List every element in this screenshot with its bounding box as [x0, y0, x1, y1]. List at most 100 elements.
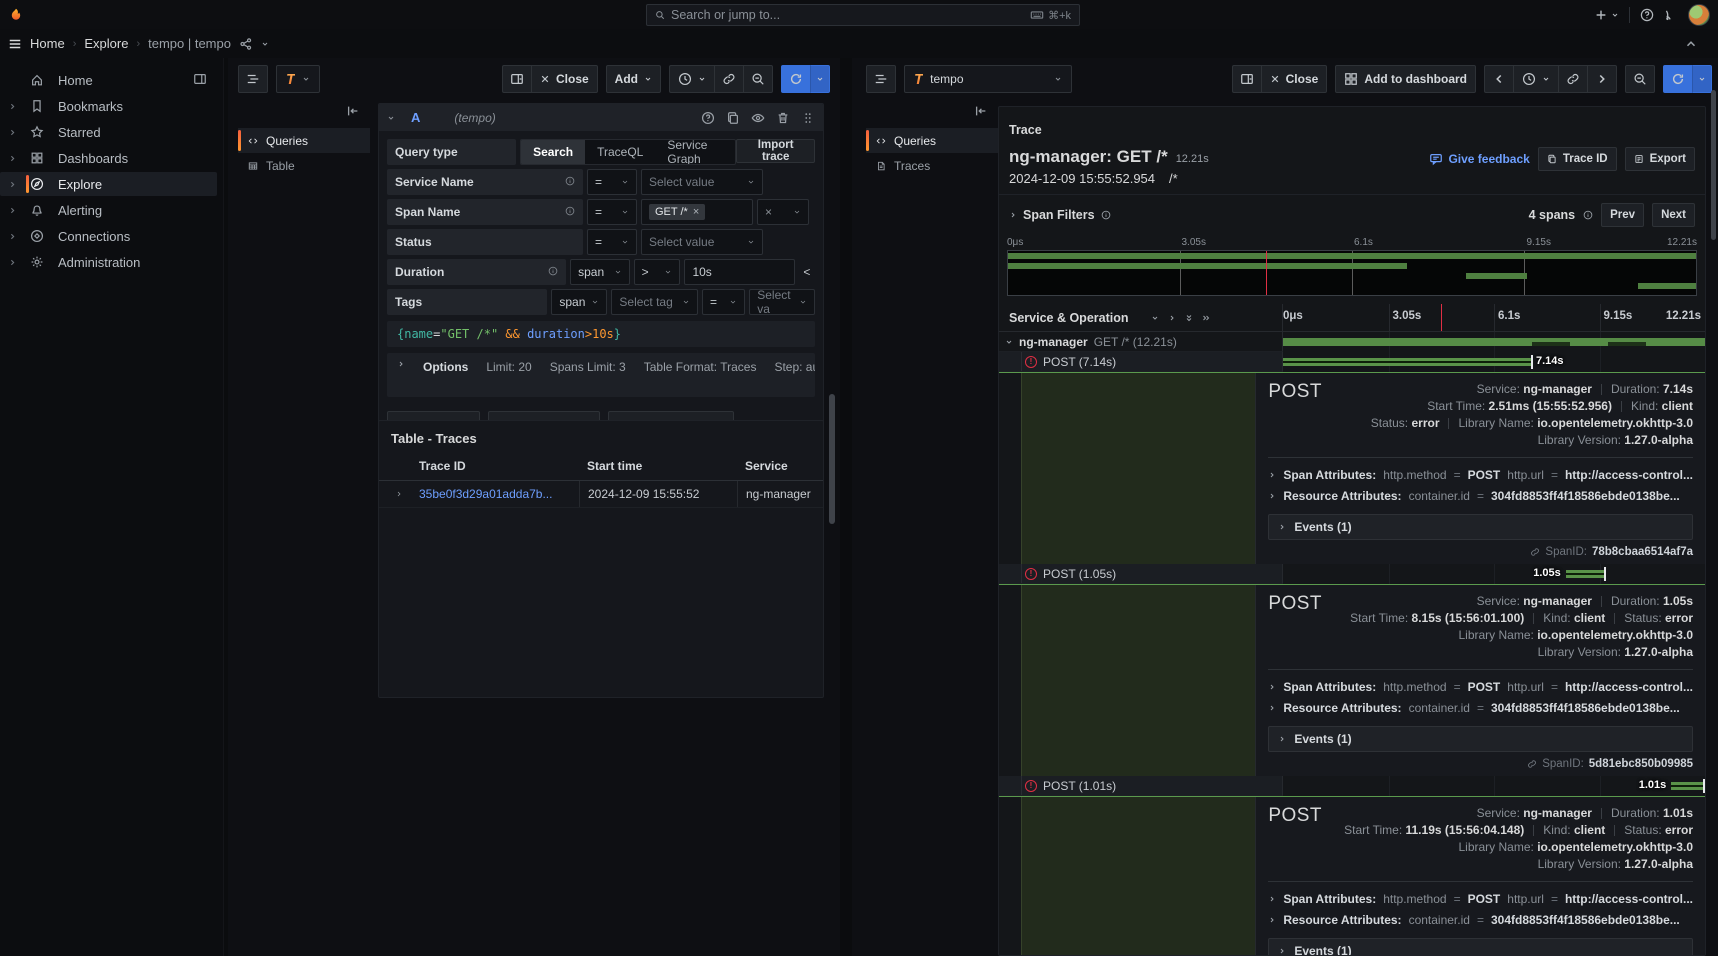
root-span-bar[interactable]	[1283, 338, 1705, 346]
time-range-button[interactable]	[669, 65, 714, 93]
operator-select[interactable]: =	[702, 289, 745, 315]
global-search-input[interactable]: Search or jump to... ⌘+k	[646, 4, 1080, 26]
query-options-row[interactable]: Options Limit: 20Spans Limit: 3Table For…	[387, 353, 815, 397]
value-select[interactable]: Select tag	[611, 289, 698, 315]
resource-attributes-row[interactable]: Resource Attributes:container.id=304fd88…	[1268, 485, 1693, 506]
outline-button[interactable]	[866, 65, 896, 93]
query-type-tab-search[interactable]: Search	[521, 140, 585, 164]
sidebar-item-starred[interactable]: Starred	[0, 120, 217, 144]
left-close-button[interactable]: Close	[531, 65, 598, 93]
chevron-right-icon[interactable]	[4, 258, 20, 267]
run-query-button[interactable]	[1663, 65, 1692, 93]
drag-handle-icon[interactable]	[801, 111, 815, 125]
outline-button[interactable]	[238, 65, 268, 93]
hide-query-icon[interactable]	[751, 111, 765, 125]
resource-attributes-row[interactable]: Resource Attributes:container.id=304fd88…	[1268, 909, 1693, 930]
menu-icon[interactable]	[8, 37, 22, 51]
operator-select[interactable]: =	[587, 229, 637, 255]
trace-id-link[interactable]: 35be0f3d29a01adda7b...	[419, 487, 579, 501]
selected-value-chip[interactable]: GET /*×	[649, 204, 705, 220]
left-pane-scrollbar[interactable]	[829, 394, 835, 524]
span-filters-row[interactable]: Span Filters 4 spans Prev Next	[999, 194, 1705, 235]
remove-query-icon[interactable]	[776, 111, 790, 125]
remove-value-icon[interactable]: ×	[693, 206, 699, 218]
expand-all-icon[interactable]	[1202, 314, 1210, 322]
events-row[interactable]: Events (1)	[1268, 938, 1693, 956]
sidebar-item-bookmarks[interactable]: Bookmarks	[0, 94, 217, 118]
right-pane-scrollbar[interactable]	[1711, 90, 1716, 240]
user-avatar[interactable]	[1688, 4, 1710, 26]
collapse-all-icon[interactable]	[1185, 314, 1193, 322]
query-type-tab-traceql[interactable]: TraceQL	[585, 140, 655, 164]
events-row[interactable]: Events (1)	[1268, 726, 1693, 752]
prev-span-button[interactable]: Prev	[1601, 203, 1644, 227]
span-id-row[interactable]: SpanID: 5d81ebc850b09985	[1268, 758, 1693, 770]
span-row-root[interactable]: ng-managerGET /* (12.21s)	[999, 332, 1705, 352]
trace-table-row[interactable]: 35be0f3d29a01adda7b...2024-12-09 15:55:5…	[379, 481, 823, 508]
left-add-button[interactable]: Add	[606, 65, 661, 93]
column-header-service[interactable]: Service	[737, 459, 823, 473]
left-tab-queries[interactable]: Queries	[238, 128, 370, 153]
chevron-right-icon[interactable]	[4, 180, 20, 189]
time-range-button[interactable]	[1513, 65, 1558, 93]
chevron-down-icon[interactable]	[261, 40, 269, 48]
grafana-logo-icon[interactable]	[9, 8, 23, 22]
right-close-button[interactable]: Close	[1261, 65, 1328, 93]
export-button[interactable]: Export	[1625, 147, 1695, 171]
span-bar[interactable]	[1566, 570, 1606, 578]
split-pane-button[interactable]	[502, 65, 531, 93]
split-pane-button[interactable]	[1232, 65, 1261, 93]
help-icon[interactable]	[1640, 8, 1654, 22]
permalink-button[interactable]	[714, 65, 743, 93]
chevron-right-icon[interactable]	[4, 206, 20, 215]
query-type-tab-service-graph[interactable]: Service Graph	[655, 140, 735, 164]
left-datasource-picker[interactable]: T	[276, 65, 320, 93]
right-tab-queries[interactable]: Queries	[866, 128, 998, 153]
new-menu-button[interactable]	[1594, 8, 1619, 22]
share-icon[interactable]	[239, 37, 253, 51]
run-query-caret-button[interactable]	[810, 65, 830, 93]
operator-select[interactable]: =	[587, 199, 637, 225]
column-header-trace-id[interactable]: Trace ID	[419, 459, 579, 473]
value-select[interactable]: Select value	[641, 169, 763, 195]
sidebar-item-administration[interactable]: Administration	[0, 250, 217, 274]
value-select[interactable]: span	[570, 259, 630, 285]
chevron-right-icon[interactable]	[4, 154, 20, 163]
right-datasource-picker[interactable]: T tempo	[904, 65, 1072, 93]
zoom-out-button[interactable]	[743, 65, 773, 93]
sidebar-item-alerting[interactable]: Alerting	[0, 198, 217, 222]
value-select[interactable]: span	[551, 289, 607, 315]
collapse-pane-icon[interactable]	[974, 104, 988, 118]
breadcrumb-home[interactable]: Home	[30, 36, 65, 51]
clear-and-open[interactable]: ×	[757, 199, 809, 225]
left-tab-table[interactable]: Table	[238, 153, 370, 178]
span-attributes-row[interactable]: Span Attributes:http.method=POSThttp.url…	[1268, 464, 1693, 485]
resource-attributes-row[interactable]: Resource Attributes:container.id=304fd88…	[1268, 697, 1693, 718]
sidebar-item-dashboards[interactable]: Dashboards	[0, 146, 217, 170]
sidebar-item-connections[interactable]: Connections	[0, 224, 217, 248]
zoom-out-button[interactable]	[1625, 65, 1655, 93]
operator-select[interactable]: =	[587, 169, 637, 195]
give-feedback-link[interactable]: Give feedback	[1429, 152, 1529, 166]
span-id-row[interactable]: SpanID: 78b8cbaa6514af7a	[1268, 546, 1693, 558]
import-trace-button[interactable]: Import trace	[736, 139, 815, 163]
next-span-button[interactable]: Next	[1652, 203, 1695, 227]
secondary-operator[interactable]: <	[799, 259, 815, 285]
right-tab-traces[interactable]: Traces	[866, 153, 998, 178]
span-row[interactable]: !POST (7.14s)7.14s	[999, 352, 1705, 372]
trace-minimap[interactable]: 0μs3.05s6.1s9.15s12.21s	[1007, 237, 1697, 296]
operator-select[interactable]: >	[634, 259, 681, 285]
chevron-right-icon[interactable]	[1168, 314, 1176, 322]
sidebar-item-explore[interactable]: Explore	[0, 172, 217, 196]
query-help-icon[interactable]	[701, 111, 715, 125]
run-query-caret-button[interactable]	[1692, 65, 1712, 93]
news-icon[interactable]	[1664, 8, 1678, 22]
run-query-button[interactable]	[781, 65, 810, 93]
span-bar[interactable]	[1283, 358, 1532, 366]
column-header-start-time[interactable]: Start time	[579, 459, 737, 473]
chevron-right-icon[interactable]	[4, 128, 20, 137]
query-editor-header[interactable]: A (tempo)	[379, 104, 823, 131]
duplicate-query-icon[interactable]	[726, 111, 740, 125]
time-shift-back-button[interactable]	[1484, 65, 1513, 93]
chevron-right-icon[interactable]	[4, 102, 20, 111]
